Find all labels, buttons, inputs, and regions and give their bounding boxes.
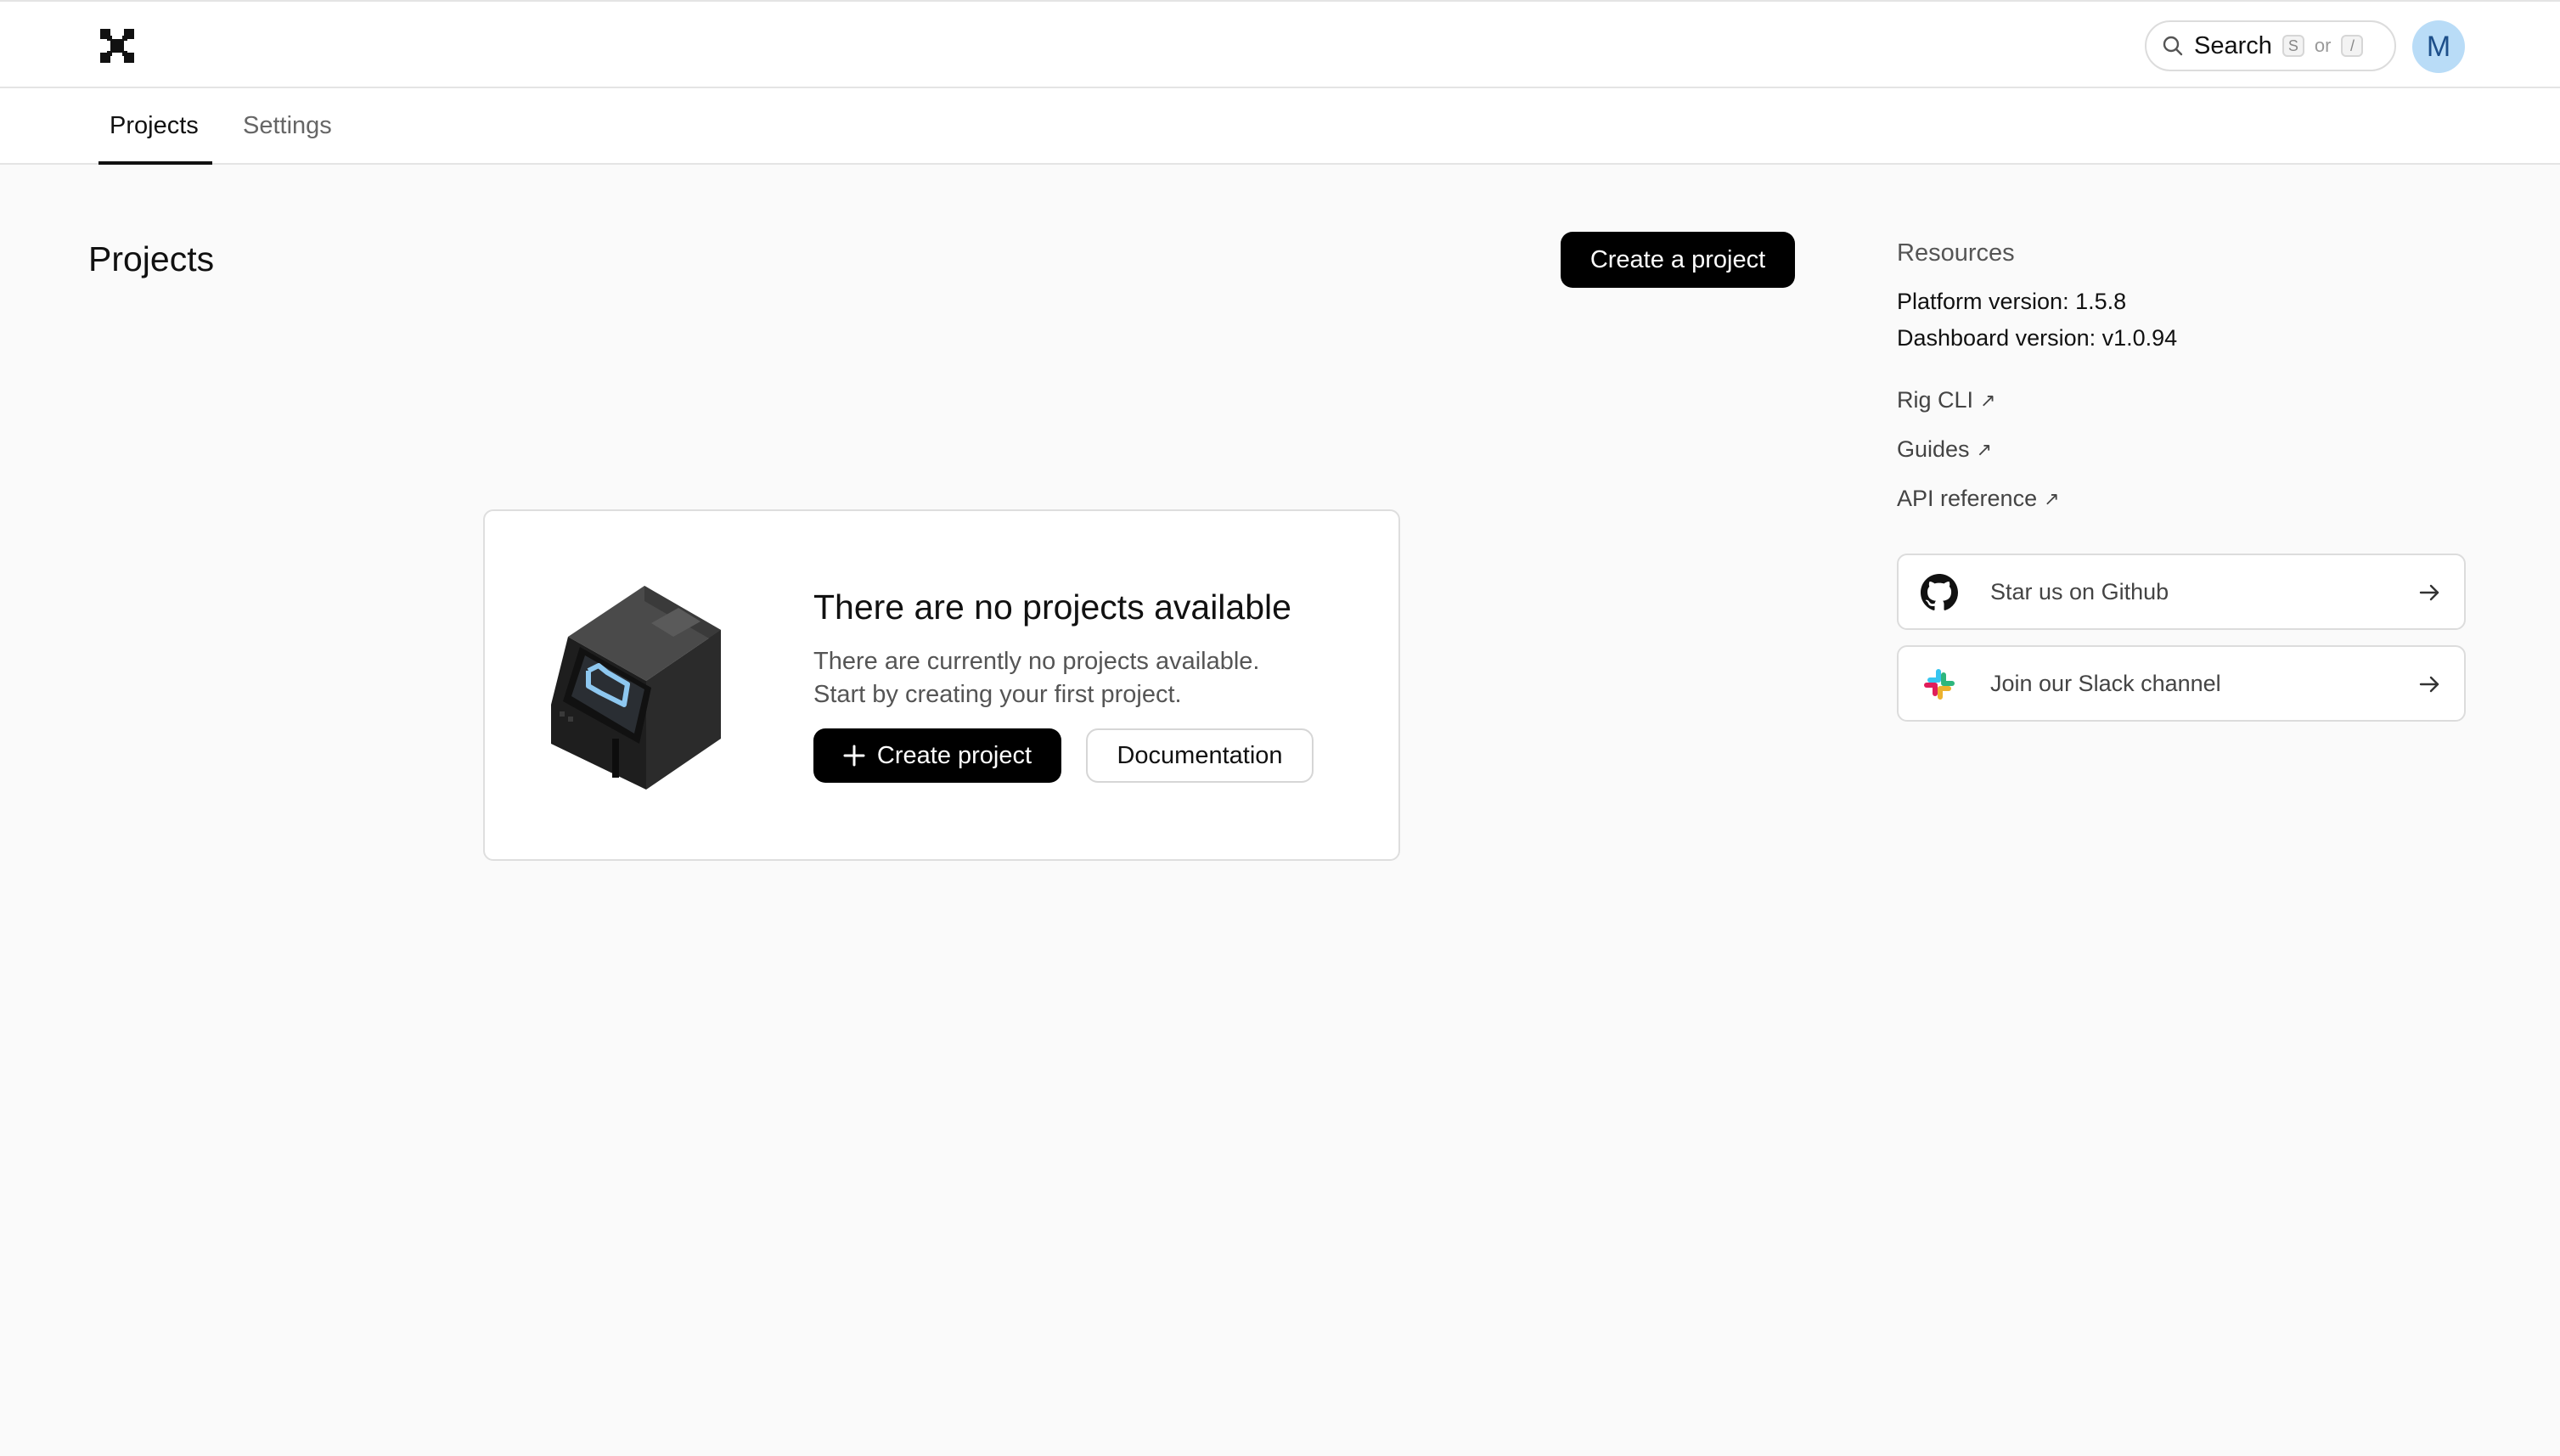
github-icon xyxy=(1921,574,1958,610)
link-api-reference[interactable]: API reference ↗ xyxy=(1897,486,2060,512)
link-api-reference-label: API reference xyxy=(1897,486,2038,511)
search-label: Search xyxy=(2194,31,2272,59)
search-icon xyxy=(2163,36,2183,56)
top-bar: Search S or / M xyxy=(0,0,2560,88)
slack-card-label: Join our Slack channel xyxy=(1990,670,2221,696)
external-link-icon: ↗ xyxy=(1976,438,1992,460)
slack-card[interactable]: Join our Slack channel xyxy=(1897,645,2466,722)
empty-projects-illustration xyxy=(551,586,721,790)
shortcut-key-s: S xyxy=(2281,35,2304,57)
arrow-right-icon xyxy=(2419,676,2439,693)
link-guides[interactable]: Guides ↗ xyxy=(1897,436,1992,463)
tab-bar: Projects Settings xyxy=(0,88,2560,165)
github-card-label: Star us on Github xyxy=(1990,578,2169,604)
external-link-icon: ↗ xyxy=(2044,487,2060,509)
link-rig-cli[interactable]: Rig CLI ↗ xyxy=(1897,387,1995,413)
slack-icon xyxy=(1924,669,1955,700)
active-tab-indicator xyxy=(98,161,212,165)
empty-state-description-line-1: There are currently no projects availabl… xyxy=(813,648,1260,675)
resources-heading: Resources xyxy=(1897,239,2015,267)
page-title: Projects xyxy=(88,239,215,278)
avatar[interactable]: M xyxy=(2412,20,2465,73)
search-button[interactable]: Search S or / xyxy=(2145,20,2396,71)
create-project-button[interactable]: Create project xyxy=(813,728,1061,783)
shortcut-or-text: or xyxy=(2314,35,2332,56)
tab-projects[interactable]: Projects xyxy=(110,88,199,163)
github-card[interactable]: Star us on Github xyxy=(1897,554,2466,630)
create-a-project-button[interactable]: Create a project xyxy=(1561,232,1795,288)
create-project-label: Create project xyxy=(876,741,1032,769)
dashboard-version: Dashboard version: v1.0.94 xyxy=(1897,325,2178,351)
arrow-right-icon xyxy=(2419,584,2439,601)
platform-version: Platform version: 1.5.8 xyxy=(1897,289,2127,314)
external-link-icon: ↗ xyxy=(1980,389,1996,411)
link-rig-cli-label: Rig CLI xyxy=(1897,387,1974,413)
empty-state-card: There are no projects available There ar… xyxy=(483,509,1400,861)
plus-icon xyxy=(843,745,865,767)
tab-settings[interactable]: Settings xyxy=(243,88,332,163)
empty-state-description: There are currently no projects availabl… xyxy=(813,645,1365,711)
shortcut-key-slash: / xyxy=(2341,35,2364,57)
empty-state-description-line-2: Start by creating your first project. xyxy=(813,681,1182,708)
documentation-button[interactable]: Documentation xyxy=(1086,728,1314,783)
logo-icon[interactable] xyxy=(98,27,136,65)
empty-state-title: There are no projects available xyxy=(813,587,1291,627)
link-guides-label: Guides xyxy=(1897,436,1970,462)
